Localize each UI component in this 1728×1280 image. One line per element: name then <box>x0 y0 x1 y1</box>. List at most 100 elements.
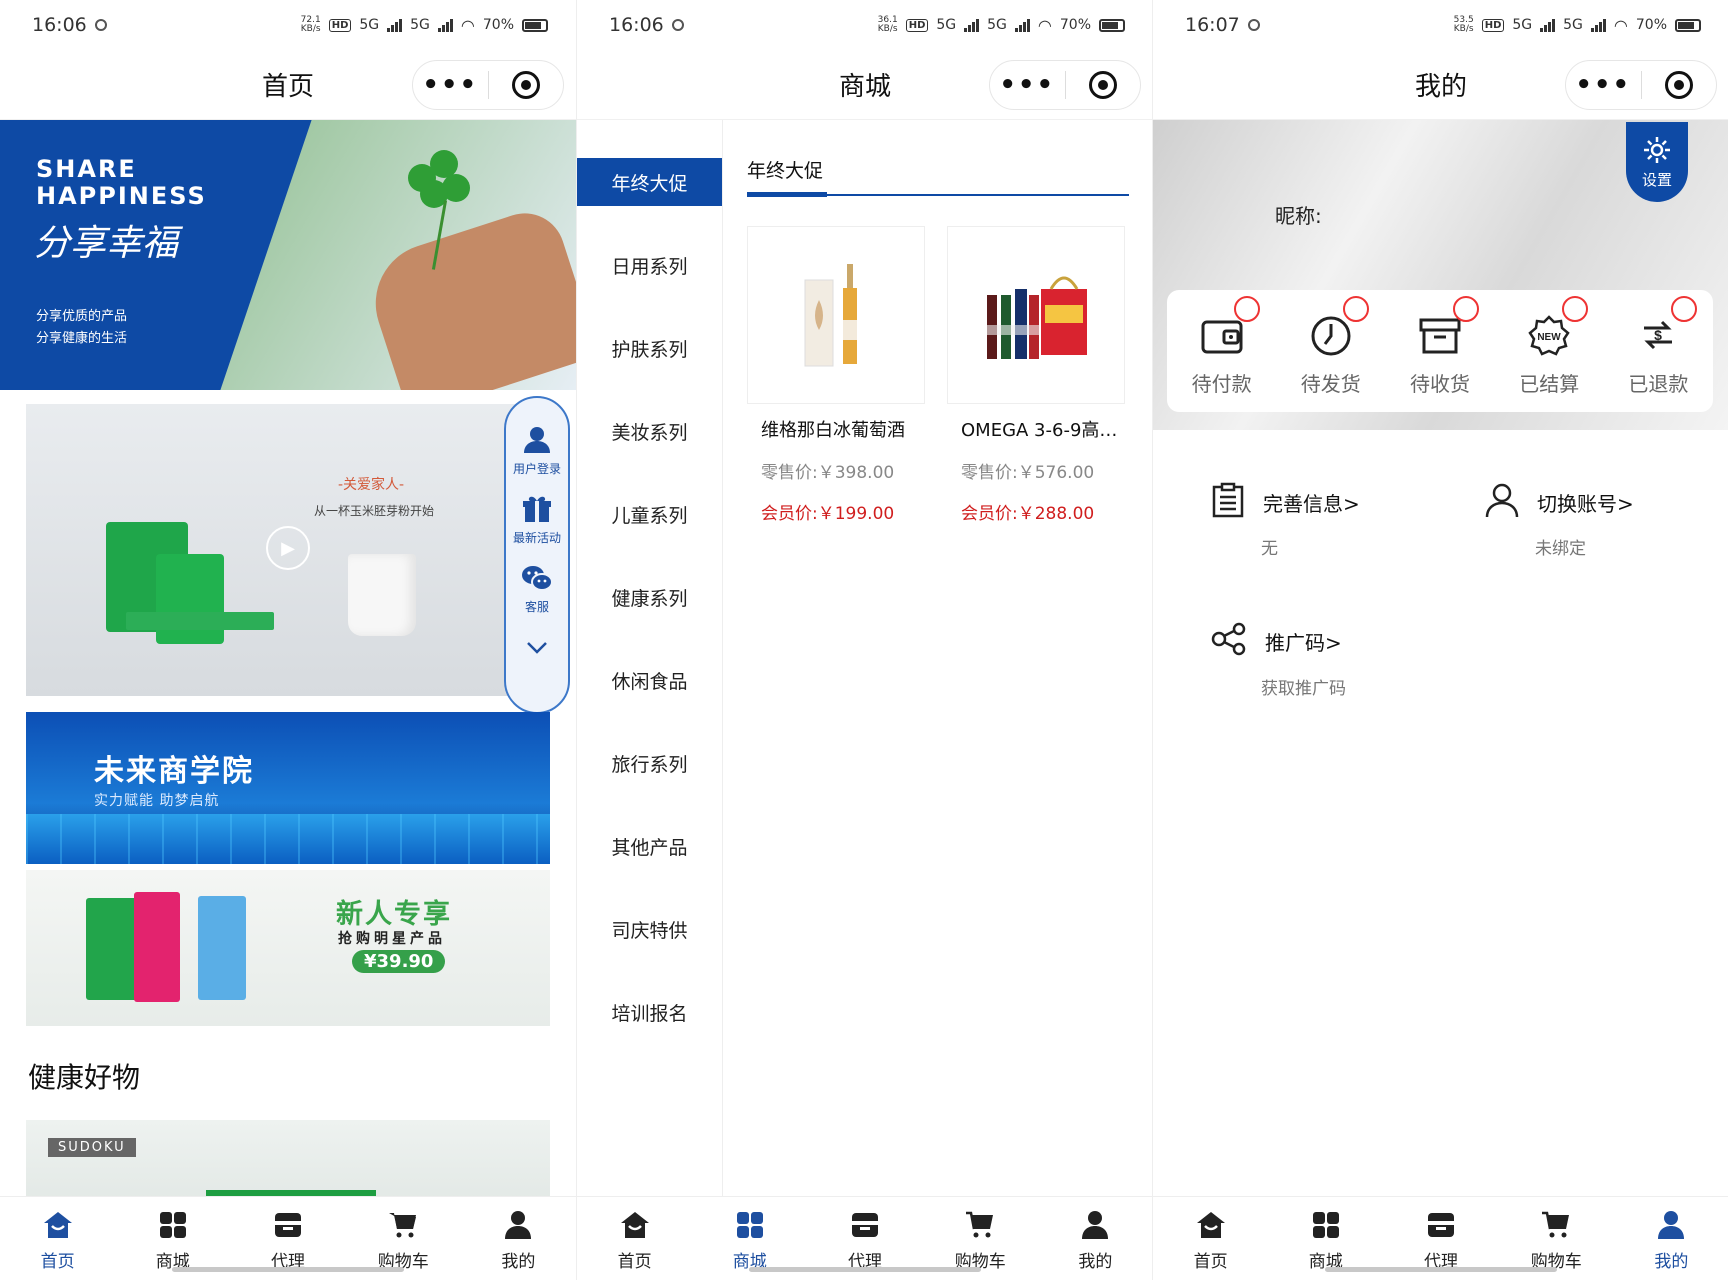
cart-icon <box>1540 1209 1572 1241</box>
net-speed: 72.1 KB/s <box>300 15 321 34</box>
net-label-2: 5G <box>410 17 430 33</box>
category-item[interactable]: 美妆系列 <box>577 390 722 473</box>
tab-label: 首页 <box>40 1252 75 1272</box>
user-icon <box>1655 1209 1687 1241</box>
net-label-1: 5G <box>936 17 957 33</box>
tab-mine[interactable]: 我的 <box>1614 1197 1728 1280</box>
battery-icon <box>1099 18 1125 32</box>
wifi-icon: ◠ <box>1037 15 1052 35</box>
order-pending-receipt[interactable]: 待收货 <box>1385 295 1494 397</box>
new-user-subtitle: 抢购明星产品 <box>338 931 446 947</box>
tab-label: 我的 <box>501 1252 536 1272</box>
category-item[interactable]: 其他产品 <box>577 805 722 888</box>
order-pending-shipment[interactable]: 待发货 <box>1276 295 1385 397</box>
latest-activity-button[interactable]: 最新活动 <box>513 493 561 546</box>
customer-service-label: 客服 <box>524 600 549 614</box>
tab-home[interactable]: 首页 <box>577 1197 692 1280</box>
hd-icon: HD <box>905 18 929 32</box>
category-item[interactable]: 年终大促 <box>577 158 722 206</box>
new-user-price: ¥39.90 <box>352 950 446 973</box>
refund-icon: $ <box>1636 314 1680 358</box>
hero-headline: SHARE HAPPINESS <box>36 155 207 210</box>
category-item[interactable]: 日用系列 <box>577 224 722 307</box>
category-item[interactable]: 儿童系列 <box>577 473 722 556</box>
order-settled[interactable]: NEW 已结算 <box>1495 295 1604 397</box>
new-badge-icon: NEW <box>1527 314 1571 358</box>
category-item[interactable]: 健康系列 <box>577 556 722 639</box>
brand-label: SUDOKU <box>48 1138 136 1157</box>
order-status-bar: 待付款 待发货 待收货 NEW 已结算 $ 已退款 <box>1167 290 1713 412</box>
settings-label: 设置 <box>1641 170 1672 189</box>
academy-banner[interactable]: 未来商学院 实力赋能 助梦启航 <box>26 712 550 864</box>
retail-price: 零售价:￥398.00 <box>761 463 895 483</box>
tab-home[interactable]: 首页 <box>0 1197 115 1280</box>
user-login-button[interactable]: 用户登录 <box>513 424 561 477</box>
status-bar: 16:06 72.1 KB/s HD 5G 5G ◠ 70% <box>0 0 576 50</box>
complete-info-value: 无 <box>1261 539 1278 559</box>
switch-account-value: 未绑定 <box>1535 539 1586 559</box>
order-refunded[interactable]: $ 已退款 <box>1604 295 1713 397</box>
status-bar: 16:06 36.1 KB/s HD 5G 5G ◠ 70% <box>577 0 1152 50</box>
category-item[interactable]: 护肤系列 <box>577 307 722 390</box>
phone-mall: 16:06 36.1 KB/s HD 5G 5G ◠ 70% 商城 ••• 年终大… <box>576 0 1152 1280</box>
product-card[interactable]: OMEGA 3-6-9高… 零售价:￥576.00 会员价:￥288.00 <box>947 226 1131 524</box>
tab-home[interactable]: 首页 <box>1153 1197 1268 1280</box>
tab-mine[interactable]: 我的 <box>461 1197 576 1280</box>
more-button[interactable]: ••• <box>413 72 488 98</box>
product-box-image <box>198 896 246 1000</box>
close-miniprogram-button[interactable] <box>1642 71 1717 99</box>
category-item[interactable]: 司庆特供 <box>577 888 722 971</box>
tab-mine[interactable]: 我的 <box>1038 1197 1152 1280</box>
close-miniprogram-button[interactable] <box>1066 71 1141 99</box>
net-label-1: 5G <box>1512 17 1533 33</box>
phone-mine: 16:07 53.5KB/s HD 5G 5G ◠ 70% 我的 ••• 设置 <box>1152 0 1728 1280</box>
close-miniprogram-button[interactable] <box>489 71 564 99</box>
product-card[interactable]: 维格那白冰葡萄酒 零售价:￥398.00 会员价:￥199.00 <box>747 226 931 524</box>
battery-icon <box>522 18 548 32</box>
box-icon <box>1418 314 1462 358</box>
net-label-2: 5G <box>987 17 1007 33</box>
switch-account-card[interactable]: 切换账号> 未绑定 <box>1441 452 1713 590</box>
promo-code-row: 推广码> <box>1211 622 1342 661</box>
net-speed: 53.5 KB/s <box>1453 15 1474 34</box>
clock-icon <box>1309 314 1353 358</box>
complete-info-row: 完善信息> <box>1211 482 1360 523</box>
home-indicator[interactable] <box>1325 1267 1557 1272</box>
order-label: 已退款 <box>1628 371 1689 396</box>
hero-banner[interactable]: SHARE HAPPINESS 分享幸福 分享优质的产品 分享健康的生活 <box>0 120 576 390</box>
category-item[interactable]: 休闲食品 <box>577 639 722 722</box>
promo-slogan: -关爱家人- <box>338 477 405 493</box>
svg-text:NEW: NEW <box>1538 332 1562 343</box>
nav-bar: 首页 ••• <box>0 50 576 120</box>
screenshot-collage: 16:06 72.1 KB/s HD 5G 5G ◠ 70% 首页 ••• SH… <box>0 0 1728 1280</box>
grid-icon <box>734 1209 766 1241</box>
target-icon <box>511 71 540 99</box>
product-stick-image <box>126 612 274 630</box>
more-button[interactable]: ••• <box>990 72 1065 98</box>
user-icon <box>502 1209 534 1241</box>
order-pending-payment[interactable]: 待付款 <box>1167 295 1276 397</box>
play-icon[interactable]: ▶ <box>266 526 310 570</box>
grid-icon <box>1310 1209 1342 1241</box>
tab-label: 首页 <box>617 1252 652 1272</box>
product-card[interactable]: SUDOKU <box>26 1120 550 1200</box>
more-button[interactable]: ••• <box>1566 72 1641 98</box>
order-label: 待付款 <box>1191 371 1252 396</box>
expand-menu-button[interactable] <box>521 631 553 663</box>
promo-code-card[interactable]: 推广码> 获取推广码 <box>1167 592 1439 730</box>
category-item[interactable]: 旅行系列 <box>577 722 722 805</box>
promo-code-label: 推广码> <box>1265 631 1342 655</box>
home-indicator[interactable] <box>172 1267 404 1272</box>
wallet-icon <box>1200 314 1244 358</box>
nickname-label: 昵称: <box>1275 204 1322 228</box>
settings-button[interactable]: 设置 <box>1626 122 1688 202</box>
home-indicator[interactable] <box>749 1267 981 1272</box>
count-badge <box>1671 295 1698 322</box>
customer-service-button[interactable]: 客服 <box>521 562 553 615</box>
miniprogram-capsule: ••• <box>1565 60 1717 110</box>
subtab-active[interactable]: 年终大促 <box>747 156 823 183</box>
video-promo-banner[interactable]: -关爱家人- 从一杯玉米胚芽粉开始 ▶ <box>26 404 550 696</box>
complete-info-card[interactable]: 完善信息> 无 <box>1167 452 1439 590</box>
new-user-banner[interactable]: 新人专享 抢购明星产品 ¥39.90 <box>26 870 550 1026</box>
category-item[interactable]: 培训报名 <box>577 971 722 1054</box>
